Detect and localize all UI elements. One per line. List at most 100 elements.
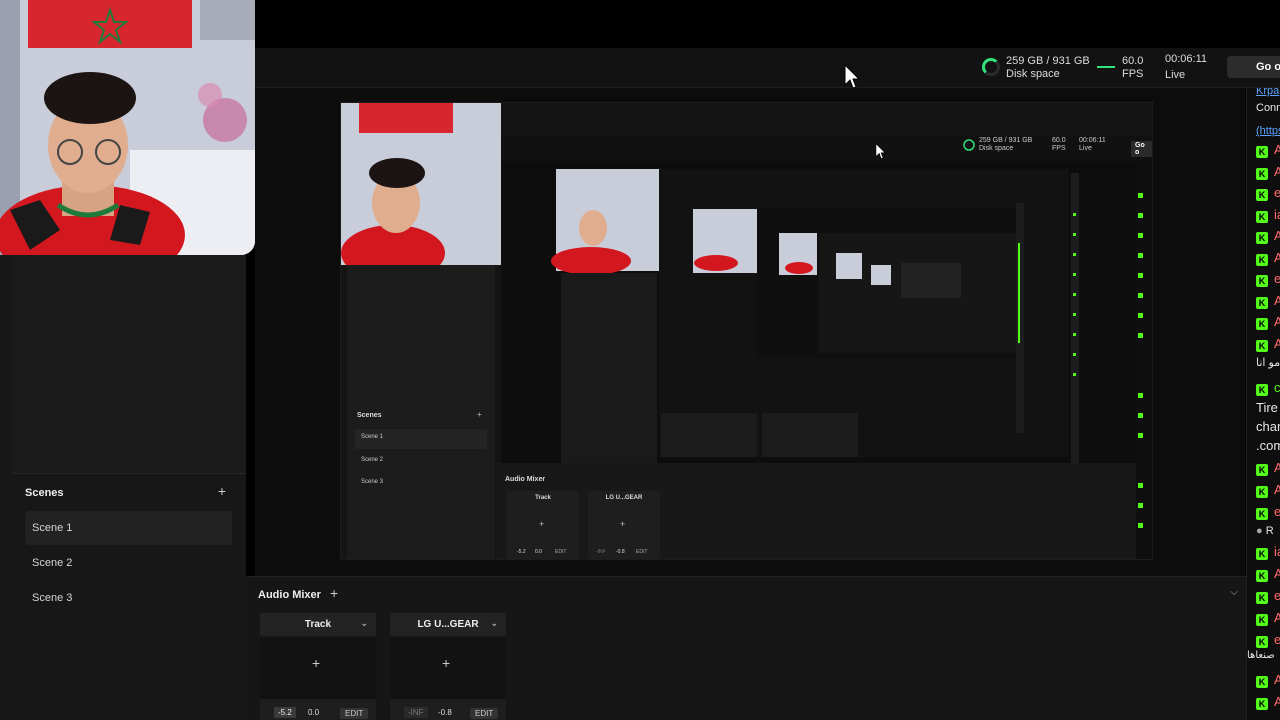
chat-message: KA <box>1256 336 1280 352</box>
track-1-volume[interactable]: -5.2 <box>274 707 296 718</box>
nested-disk-stat: 259 GB / 931 GB Disk space <box>979 137 1032 153</box>
kick-icon: K <box>1256 167 1268 180</box>
track-2-gain[interactable]: -0.8 <box>438 708 452 717</box>
nested-scenes-add: + <box>477 410 482 419</box>
nested-track-1-gain: 0.0 <box>535 549 542 555</box>
audio-mixer-title: Audio Mixer <box>258 589 321 601</box>
track-1-gain[interactable]: 0.0 <box>308 708 319 717</box>
nested-track-1: Track + -5.2 0.0 EDIT <box>507 491 579 559</box>
track-2-chevron-down-icon[interactable]: ⌄ <box>490 618 498 629</box>
reply-bubble-icon: ● <box>1256 525 1263 537</box>
kick-icon: K <box>1256 464 1268 476</box>
live-label: Live <box>1165 69 1186 81</box>
nested-mixer-title: Audio Mixer <box>505 476 546 483</box>
chat-username: A <box>1274 250 1280 265</box>
kick-icon: K <box>1256 232 1268 244</box>
chat-message: KA <box>1256 482 1280 498</box>
chat-username: A <box>1274 460 1280 475</box>
nested-track-2-vol: -INF <box>596 549 606 555</box>
nested-go-button: Go o <box>1131 141 1152 157</box>
nested-preview: 259 GB / 931 GB Disk space 60.0 FPS 00:0… <box>340 102 1153 560</box>
kick-icon: K <box>1256 614 1268 626</box>
chat-message: Kia <box>1256 544 1280 560</box>
chat-row-g: Kc <box>1256 380 1280 396</box>
mixer-collapse-chevron-icon[interactable]: ⌵ <box>1230 587 1238 598</box>
chat-message: KA <box>1256 672 1280 688</box>
chat-message: KA <box>1256 228 1280 244</box>
mixer-track-2: LG U...GEAR ⌄ + -INF -0.8 EDIT <box>390 613 506 720</box>
add-audio-source-button[interactable]: + <box>330 585 338 601</box>
mouse-cursor-icon <box>844 64 860 89</box>
fps-value: 60.0 <box>1122 55 1144 67</box>
track-2-footer: -INF -0.8 EDIT <box>390 705 506 720</box>
kick-icon: K <box>1256 698 1268 710</box>
nested-track-1-name: Track <box>535 495 551 501</box>
scene-item-1[interactable]: Scene 1 <box>25 511 232 545</box>
audio-mixer-panel: Audio Mixer + ⌵ Track ⌄ + -5.2 0.0 EDIT … <box>246 576 1246 720</box>
kick-icon: K <box>1256 253 1268 266</box>
track-1-body: + <box>260 637 376 699</box>
chat-username: A <box>1274 293 1280 308</box>
kick-icon: K <box>1256 146 1268 158</box>
track-2-volume[interactable]: -INF <box>404 707 428 718</box>
disk-usage-ring-icon <box>982 58 1000 76</box>
track-1-name: Track <box>304 619 332 630</box>
chat-message: Ke <box>1256 588 1280 604</box>
chat-message: Ke <box>1256 504 1280 520</box>
chat-message: KA <box>1256 610 1280 626</box>
kick-icon: K <box>1256 636 1268 648</box>
live-time: 00:06:11 <box>1165 53 1208 65</box>
chat-message: KA <box>1256 566 1280 582</box>
fps-stat: 60.0 FPS <box>1122 55 1143 81</box>
track-1-footer: -5.2 0.0 EDIT <box>260 705 376 720</box>
nested-live-stat: 00:06:11 Live <box>1079 137 1106 153</box>
nested-fps-label: FPS <box>1052 145 1066 152</box>
chat-message: KA <box>1256 694 1280 710</box>
nested-cursor-icon <box>875 143 886 160</box>
chat-message: KA <box>1256 293 1280 309</box>
kick-icon: K <box>1256 210 1268 223</box>
webcam-image <box>0 0 255 255</box>
chat-message: KA <box>1256 460 1280 476</box>
track-1-edit-button[interactable]: EDIT <box>340 708 369 719</box>
kick-icon: K <box>1256 486 1268 498</box>
nested-fps-stat: 60.0 FPS <box>1052 137 1066 153</box>
chat-message: KA <box>1256 142 1280 158</box>
chat-arabic-1: مو انا <box>1256 357 1280 369</box>
track-1-header[interactable]: Track ⌄ <box>260 613 376 635</box>
track-2-add-filter-button[interactable]: + <box>442 655 450 671</box>
kick-icon: K <box>1256 384 1268 396</box>
fps-indicator-line <box>1097 66 1115 68</box>
chat-message: KA <box>1256 314 1280 330</box>
nested-track-2-edit: EDIT <box>636 549 648 555</box>
track-2-edit-button[interactable]: EDIT <box>470 708 499 719</box>
chat-username: e <box>1274 504 1280 519</box>
chat-link-top[interactable]: Krpa <box>1256 88 1279 97</box>
scene-item-3[interactable]: Scene 3 <box>25 581 232 615</box>
chat-tired-1: Tire <box>1256 400 1278 415</box>
nested-scene-2: Scene 2 <box>361 457 384 463</box>
disk-space-stat: 259 GB / 931 GB Disk space <box>1006 55 1090 81</box>
chat-username: e <box>1274 271 1280 286</box>
track-1-chevron-down-icon[interactable]: ⌄ <box>360 618 368 629</box>
go-live-button[interactable]: Go o <box>1227 56 1280 78</box>
chat-tired-3: .com <box>1256 438 1280 453</box>
track-1-add-filter-button[interactable]: + <box>312 655 320 671</box>
chat-https-link[interactable]: (https <box>1256 122 1280 137</box>
nested-track-2: LG U...GEAR + -INF -0.8 EDIT <box>588 491 660 559</box>
chat-message: Ke <box>1256 271 1280 287</box>
kick-icon: K <box>1256 189 1268 201</box>
track-2-header[interactable]: LG U...GEAR ⌄ <box>390 613 506 635</box>
chat-reply-row: ● R <box>1256 525 1274 537</box>
webcam-overlay <box>0 0 255 255</box>
chat-panel: Krpa Conn (https KAKAKeKiaKAKAKeKAKAKA م… <box>1246 88 1280 720</box>
fps-label: FPS <box>1122 68 1144 80</box>
nested-disk-label: Disk space <box>979 145 1014 152</box>
chat-arabic-2: صنعاها <box>1247 650 1275 661</box>
mixer-track-1: Track ⌄ + -5.2 0.0 EDIT <box>260 613 376 720</box>
add-scene-button[interactable]: + <box>218 483 226 499</box>
nested-disk-value: 259 GB / 931 GB <box>979 137 1033 144</box>
chat-username: e <box>1274 632 1280 647</box>
scene-item-2[interactable]: Scene 2 <box>25 546 232 580</box>
live-stat: 00:06:11 Live <box>1165 53 1207 82</box>
